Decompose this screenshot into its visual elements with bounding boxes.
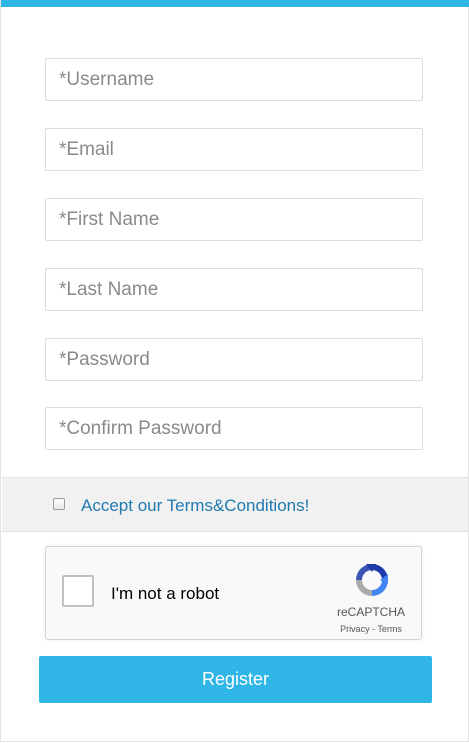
password-field-wrapper — [45, 338, 423, 381]
recaptcha-links: Privacy - Terms — [326, 624, 416, 634]
recaptcha-label: I'm not a robot — [111, 584, 220, 603]
last-name-field-wrapper — [45, 268, 423, 311]
recaptcha-terms-link[interactable]: Terms — [377, 624, 402, 634]
recaptcha-logo-icon — [356, 564, 388, 596]
terms-section: Accept our Terms&Conditions! — [2, 477, 468, 532]
last-name-input[interactable] — [46, 269, 422, 310]
terms-checkbox[interactable] — [53, 498, 65, 510]
accent-top-bar — [1, 0, 469, 7]
recaptcha-privacy-link[interactable]: Privacy — [340, 624, 370, 634]
username-input[interactable] — [46, 59, 422, 100]
recaptcha-brand: reCAPTCHA — [336, 605, 405, 619]
username-field-wrapper — [45, 58, 423, 101]
register-button[interactable]: Register — [39, 656, 432, 703]
first-name-field-wrapper — [45, 198, 423, 241]
confirm-password-field-wrapper — [45, 407, 423, 450]
recaptcha-widget: I'm not a robot reCAPTCHA Privacy - Term… — [45, 546, 422, 640]
email-field-wrapper — [45, 128, 423, 171]
confirm-password-input[interactable] — [46, 408, 422, 449]
password-input[interactable] — [46, 339, 422, 380]
recaptcha-checkbox[interactable] — [62, 575, 94, 607]
terms-conditions-link[interactable]: Accept our Terms&Conditions! — [81, 496, 309, 516]
email-input[interactable] — [46, 129, 422, 170]
registration-card: Accept our Terms&Conditions! I'm not a r… — [0, 0, 469, 742]
first-name-input[interactable] — [46, 199, 422, 240]
